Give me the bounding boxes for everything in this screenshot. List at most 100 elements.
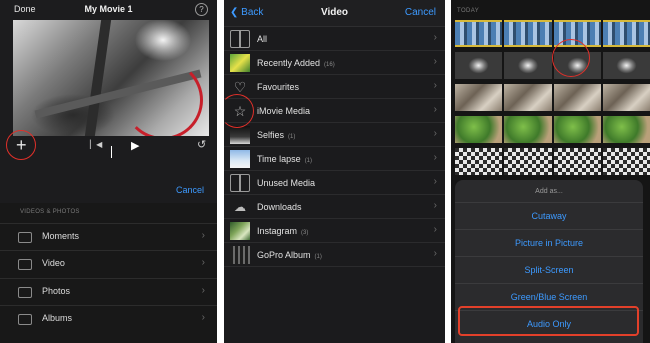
chevron-right-icon: › [433, 248, 437, 259]
albums-icon [18, 314, 32, 325]
section-header: VIDEOS & PHOTOS [20, 209, 80, 215]
playhead[interactable] [111, 146, 112, 158]
album-row-gopro[interactable]: GoPro Album (1) › [224, 243, 445, 267]
album-count: (1) [304, 158, 313, 164]
chevron-right-icon: › [433, 176, 437, 187]
clip-thumbnail[interactable] [504, 52, 552, 79]
option-picture-in-picture[interactable]: Picture in Picture [455, 229, 643, 256]
album-row-selfies[interactable]: Selfies (1) › [224, 123, 445, 147]
album-label: Unused Media [257, 178, 316, 188]
filmstrip-icon [230, 174, 250, 192]
skip-back-icon[interactable]: ▏◀ [90, 140, 102, 149]
album-thumbnail [230, 246, 250, 264]
chevron-right-icon: › [433, 80, 437, 91]
chevron-right-icon: › [433, 128, 437, 139]
chevron-right-icon: › [433, 104, 437, 115]
album-thumbnail [230, 150, 250, 168]
clip-thumbnail[interactable] [504, 116, 552, 143]
chevron-right-icon: › [433, 56, 437, 67]
album-label: Downloads [257, 202, 302, 212]
sheet-title: Add as... [535, 188, 563, 195]
browser-item-albums[interactable]: Albums › [0, 305, 217, 332]
clip-thumbnail[interactable] [455, 20, 503, 47]
clip-thumbnail[interactable] [455, 84, 503, 111]
help-icon[interactable]: ? [195, 3, 208, 16]
browser-item-video[interactable]: Video › [0, 250, 217, 277]
clip-thumbnail[interactable] [455, 116, 503, 143]
clip-thumbnail[interactable] [602, 116, 650, 143]
browser-item-moments[interactable]: Moments › [0, 223, 217, 250]
album-row-downloads[interactable]: ☁ Downloads › [224, 195, 445, 219]
option-split-screen[interactable]: Split-Screen [455, 256, 643, 283]
clip-thumbnail[interactable] [504, 20, 552, 47]
album-label: All [257, 34, 268, 44]
highlight-circle-imovie-media [220, 94, 254, 128]
chevron-right-icon: › [201, 257, 205, 268]
video-albums-panel: ❮ Back Video Cancel All › Recently Added… [224, 0, 445, 343]
album-thumbnail [230, 222, 250, 240]
album-thumbnail [230, 54, 250, 72]
highlight-box-audio-only [458, 306, 639, 336]
highlight-circle-add [6, 130, 36, 160]
clip-thumbnail[interactable] [455, 52, 503, 79]
clip-thumbnail[interactable] [504, 148, 552, 175]
cloud-download-icon: ☁ [234, 200, 246, 214]
browser-item-photos[interactable]: Photos › [0, 278, 217, 305]
filmstrip-icon [230, 30, 250, 48]
album-row-time-lapse[interactable]: Time lapse (1) › [224, 147, 445, 171]
highlight-circle-clip [552, 39, 590, 77]
album-label: Recently Added (16) [257, 58, 335, 68]
album-row-imovie-media[interactable]: ☆ iMovie Media › [224, 99, 445, 123]
chevron-right-icon: › [433, 200, 437, 211]
undo-icon[interactable]: ↺ [197, 138, 206, 151]
album-row-favourites[interactable]: ♡ Favourites › [224, 75, 445, 99]
album-row-instagram[interactable]: Instagram (3) › [224, 219, 445, 243]
chevron-right-icon: › [201, 285, 205, 296]
clip-thumbnail[interactable] [553, 84, 601, 111]
clip-thumbnail[interactable] [553, 148, 601, 175]
item-label: Video [42, 258, 65, 268]
option-cutaway[interactable]: Cutaway [455, 202, 643, 229]
cancel-button[interactable]: Cancel [176, 185, 204, 195]
album-count: (1) [288, 134, 296, 140]
album-label: iMovie Media [257, 106, 311, 116]
album-row-unused-media[interactable]: Unused Media › [224, 171, 445, 195]
chevron-right-icon: › [433, 224, 437, 235]
clip-thumbnail[interactable] [602, 84, 650, 111]
album-thumbnail [230, 126, 250, 144]
video-preview [13, 20, 209, 136]
clip-row [455, 20, 650, 47]
album-label: Selfies (1) [257, 130, 296, 140]
play-icon[interactable]: ▶ [131, 139, 139, 152]
clip-thumbnail[interactable] [602, 52, 650, 79]
clip-row [455, 148, 650, 175]
clip-thumbnail[interactable] [504, 84, 552, 111]
chevron-right-icon: › [433, 152, 437, 163]
clip-thumbnail[interactable] [602, 148, 650, 175]
album-count: (1) [314, 254, 322, 260]
chevron-right-icon: › [433, 32, 437, 43]
clip-thumbnail[interactable] [455, 148, 503, 175]
album-row-all[interactable]: All › [224, 27, 445, 51]
item-label: Albums [42, 313, 73, 323]
clip-row [455, 116, 650, 143]
album-label: Time lapse (1) [257, 154, 313, 164]
chevron-right-icon: › [201, 230, 205, 241]
photos-icon [18, 287, 32, 298]
clip-thumbnail[interactable] [553, 116, 601, 143]
clip-thumbnail[interactable] [602, 20, 650, 47]
moments-icon [18, 232, 32, 243]
section-header: TODAY [457, 8, 480, 14]
album-count: (3) [301, 230, 309, 236]
item-label: Photos [42, 286, 71, 296]
album-label: GoPro Album (1) [257, 250, 322, 260]
project-title: My Movie 1 [84, 4, 133, 14]
album-label: Favourites [257, 82, 300, 92]
album-row-recently-added[interactable]: Recently Added (16) › [224, 51, 445, 75]
item-label: Moments [42, 231, 80, 241]
clip-row [455, 84, 650, 111]
imovie-project-panel: Done My Movie 1 ? + ▏◀ ▶ ↺ Cancel VIDEOS… [0, 0, 217, 343]
album-count: (16) [324, 62, 335, 68]
cancel-button[interactable]: Cancel [405, 7, 436, 18]
video-icon [18, 259, 32, 270]
